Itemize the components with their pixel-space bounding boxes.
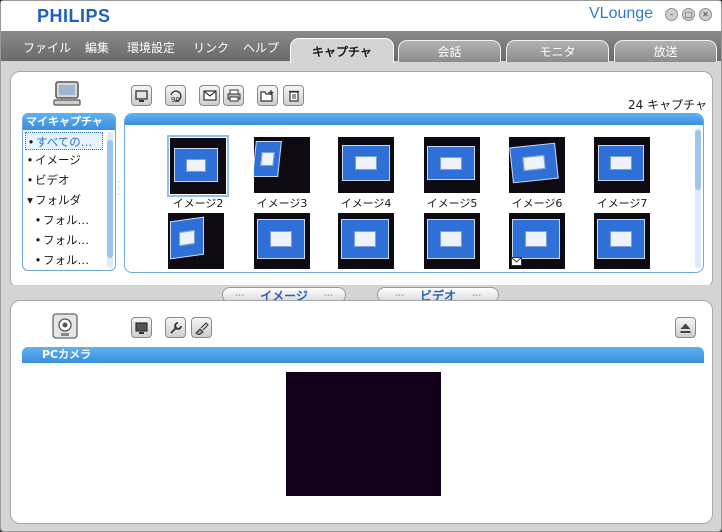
trash-icon: [288, 90, 299, 102]
sidebar-item-folder-2[interactable]: • フォル…: [33, 231, 103, 249]
title-bar: PHILIPS VLounge – □ ✕: [1, 1, 721, 31]
monitor-button[interactable]: [131, 317, 152, 338]
sidebar-item-label: イメージ: [35, 153, 81, 167]
grid-scrollbar[interactable]: [695, 128, 701, 268]
new-folder-icon: [260, 90, 274, 102]
menu-settings[interactable]: 環境設定: [127, 39, 175, 56]
bullet-icon: •: [26, 153, 34, 167]
camera-preview: [286, 372, 441, 496]
sidebar-item-video[interactable]: • ビデオ: [25, 171, 103, 189]
my-captures-sidebar: マイキャプチャ • すべての… • イメージ • ビデオ ▾ フォルダ • フォル… • フ…: [22, 113, 116, 271]
eject-icon: [680, 323, 691, 333]
grip-icon: ···: [394, 290, 404, 300]
svg-text:90: 90: [171, 96, 180, 103]
thumbnail-grid: イメージ2 イメージ3 イメージ4 イメージ5 イメージ6 イメージ7: [124, 113, 704, 273]
effects-button[interactable]: [191, 317, 212, 338]
brand-logo: PHILIPS: [37, 6, 111, 26]
sidebar-item-label: フォルダ: [35, 193, 81, 207]
sidebar-item-all[interactable]: • すべての…: [25, 132, 103, 150]
grid-scroll-thumb[interactable]: [695, 130, 701, 190]
monitor-icon: [135, 89, 148, 102]
new-folder-button[interactable]: [257, 85, 278, 106]
splitter-handle[interactable]: · · ·: [117, 179, 121, 204]
sidebar-scrollbar[interactable]: [107, 132, 113, 268]
tab-monitor[interactable]: モニタ: [506, 40, 609, 62]
menu-bar: ファイル 編集 環境設定 リンク ヘルプ キャプチャ 会話 モニタ 放送: [1, 31, 721, 63]
envelope-badge-icon: [511, 257, 522, 266]
menu-edit[interactable]: 編集: [85, 39, 109, 56]
monitor-icon: [135, 321, 148, 334]
bullet-icon: •: [26, 173, 34, 187]
bullet-icon: •: [34, 233, 42, 247]
thumbnail-image[interactable]: [594, 137, 650, 193]
brush-icon: [195, 321, 209, 335]
envelope-icon: [202, 90, 217, 101]
capture-count: 24 キャプチャ: [628, 98, 707, 112]
thumbnail-image[interactable]: [338, 137, 394, 193]
toggle-strip: [1, 285, 721, 301]
camera-panel: PCカメラ: [10, 300, 713, 524]
delete-button[interactable]: [283, 85, 304, 106]
view-button[interactable]: [131, 85, 152, 106]
sidebar-item-label: フォル…: [43, 253, 89, 267]
minimize-icon[interactable]: –: [665, 8, 678, 21]
settings-button[interactable]: [165, 317, 186, 338]
thumbnail-image[interactable]: [167, 135, 229, 197]
sidebar-item-folder-1[interactable]: • フォル…: [33, 211, 103, 229]
sidebar-item-label: すべての…: [36, 135, 93, 149]
camera-title: PCカメラ: [22, 347, 704, 363]
grip-icon: ···: [234, 290, 245, 300]
menu-help[interactable]: ヘルプ: [243, 39, 279, 56]
thumbnail-image[interactable]: [509, 137, 565, 193]
sidebar-item-label: ビデオ: [35, 173, 70, 187]
menu-file[interactable]: ファイル: [23, 39, 71, 56]
computer-icon: [53, 81, 81, 106]
app-title: VLounge: [589, 5, 654, 22]
grip-icon: ···: [323, 290, 333, 300]
caret-down-icon[interactable]: ▾: [25, 191, 35, 209]
printer-icon: [227, 89, 240, 102]
menu-link[interactable]: リンク: [193, 39, 229, 56]
bullet-icon: •: [34, 213, 42, 227]
eject-button[interactable]: [675, 317, 696, 338]
bullet-icon: •: [27, 135, 35, 149]
close-icon[interactable]: ✕: [699, 8, 712, 21]
thumbnail-image[interactable]: [168, 213, 224, 269]
thumbnail-image[interactable]: [424, 213, 480, 269]
thumbnail-label: イメージ3: [256, 197, 308, 210]
rotate-90-button[interactable]: 90: [165, 85, 186, 106]
thumbnail-label: イメージ2: [172, 197, 224, 210]
bullet-icon: •: [34, 253, 42, 267]
sidebar-item-label: フォル…: [43, 233, 89, 247]
print-button[interactable]: [223, 85, 244, 106]
rotate-icon: 90: [170, 89, 182, 103]
sidebar-title: マイキャプチャ: [23, 114, 115, 130]
thumbnail-image[interactable]: [338, 213, 394, 269]
sidebar-scroll-thumb[interactable]: [107, 140, 113, 258]
thumbnail-image[interactable]: [594, 213, 650, 269]
thumbnail-label: イメージ5: [426, 197, 478, 210]
thumbnail-label: イメージ7: [596, 197, 648, 210]
sidebar-item-folders[interactable]: ▾ フォルダ: [25, 191, 103, 209]
tab-broadcast[interactable]: 放送: [614, 40, 717, 62]
sidebar-item-folder-3[interactable]: • フォル…: [33, 251, 103, 269]
tab-capture[interactable]: キャプチャ: [290, 38, 394, 63]
thumbnail-image[interactable]: [254, 137, 310, 193]
grip-icon: ···: [472, 290, 482, 300]
webcam-icon: [52, 313, 78, 339]
thumbnail-label: イメージ4: [340, 197, 392, 210]
thumbnail-image[interactable]: [424, 137, 480, 193]
maximize-icon[interactable]: □: [682, 8, 695, 21]
sidebar-item-images[interactable]: • イメージ: [25, 151, 103, 169]
thumbnail-image[interactable]: [254, 213, 310, 269]
thumbnail-image[interactable]: [509, 213, 565, 269]
thumbnail-label: イメージ6: [511, 197, 563, 210]
sidebar-item-label: フォル…: [43, 213, 89, 227]
app-window: PHILIPS VLounge – □ ✕ ファイル 編集 環境設定 リンク ヘ…: [0, 0, 722, 532]
tab-conversation[interactable]: 会話: [398, 40, 501, 62]
email-button[interactable]: [199, 85, 220, 106]
capture-panel: 90 24 キャプチャ マイキャプチャ • すべての… • イメージ • ビデオ ▾ フ…: [10, 71, 713, 289]
wrench-icon: [169, 321, 182, 334]
grid-header: [125, 114, 703, 125]
